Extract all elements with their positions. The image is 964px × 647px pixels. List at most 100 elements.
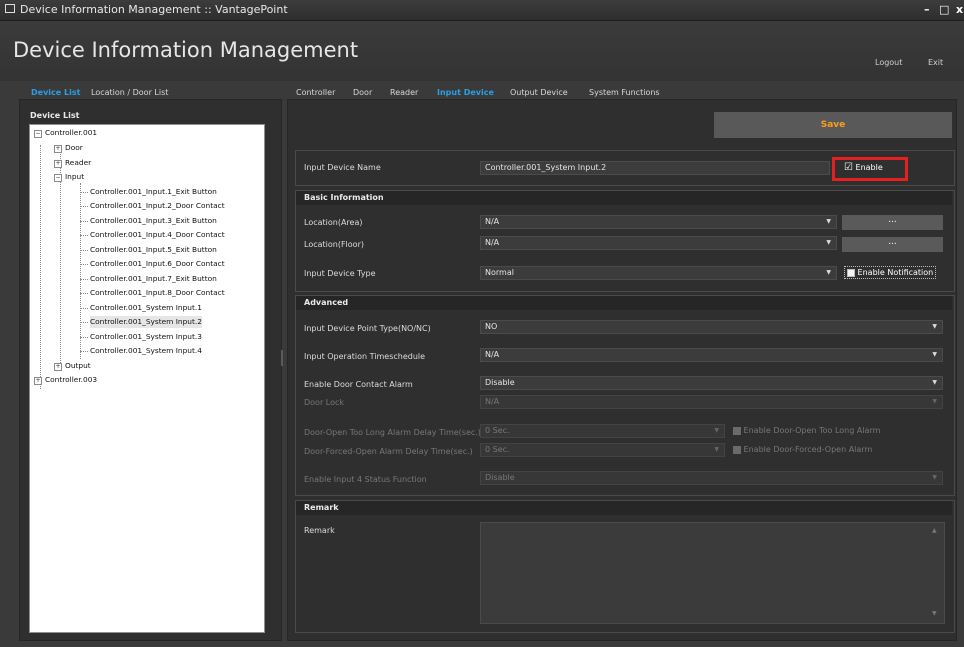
enable-open-too-long-label: Enable Door-Open Too Long Alarm (743, 426, 881, 435)
remark-textarea[interactable] (480, 522, 945, 624)
close-icon[interactable]: x (956, 3, 963, 16)
tree-node-label: Reader (65, 158, 92, 167)
basic-info-heading: Basic Information (296, 191, 952, 205)
tree-node-label: Controller.003 (45, 375, 98, 384)
tree-node-label: Controller.001 (45, 128, 98, 137)
tree-leaf-input-5[interactable]: Controller.001_Input.5_Exit Button (90, 244, 217, 256)
window-titlebar: Device Information Management :: Vantage… (0, 0, 964, 21)
door-lock-label: Door Lock (304, 398, 345, 407)
door-lock-value: N/A (485, 397, 500, 406)
panel-splitter[interactable] (281, 350, 283, 366)
location-floor-select[interactable]: N/A ▼ (480, 236, 837, 250)
collapse-icon[interactable]: − (54, 174, 62, 182)
tab-output-device[interactable]: Output Device (510, 87, 568, 99)
tab-reader[interactable]: Reader (390, 87, 418, 99)
tree-line (40, 145, 41, 389)
input4-status-label: Enable Input 4 Status Function (304, 475, 427, 484)
input4-status-value: Disable (485, 473, 515, 482)
device-tree[interactable]: − Controller.001 + Door + Reader − Input… (29, 124, 265, 633)
location-area-select[interactable]: N/A ▼ (480, 215, 837, 229)
input-device-type-value: Normal (485, 268, 514, 277)
expand-icon[interactable]: + (34, 377, 42, 385)
point-type-select[interactable]: NO ▼ (480, 320, 943, 334)
dropdown-arrow-icon: ▼ (932, 398, 937, 405)
tree-leaf-input-6[interactable]: Controller.001_Input.6_Door Contact (90, 258, 225, 270)
dropdown-arrow-icon: ▼ (932, 474, 937, 481)
logout-link[interactable]: Logout (875, 58, 902, 67)
dropdown-arrow-icon: ▼ (826, 218, 831, 225)
advanced-heading: Advanced (296, 296, 952, 310)
input-device-type-select[interactable]: Normal ▼ (480, 266, 837, 280)
tab-location-door-list[interactable]: Location / Door List (91, 87, 168, 99)
expand-icon[interactable]: + (54, 145, 62, 153)
checkbox-icon (733, 445, 741, 454)
open-too-long-select: 0 Sec. ▼ (480, 424, 725, 438)
location-floor-label: Location(Floor) (304, 240, 364, 249)
tab-system-functions[interactable]: System Functions (589, 87, 660, 99)
tree-leaf-system-input-3[interactable]: Controller.001_System Input.3 (90, 331, 202, 343)
timeschedule-label: Input Operation Timeschedule (304, 352, 426, 361)
input-device-name-field[interactable]: Controller.001_System Input.2 (480, 161, 830, 175)
dropdown-arrow-icon: ▼ (714, 446, 719, 453)
exit-link[interactable]: Exit (928, 58, 943, 67)
tree-leaf-input-8[interactable]: Controller.001_Input.8_Door Contact (90, 287, 225, 299)
collapse-icon[interactable]: − (34, 130, 42, 138)
tree-leaf-system-input-1[interactable]: Controller.001_System Input.1 (90, 302, 202, 314)
enable-highlight-box (832, 157, 908, 181)
door-contact-alarm-value: Disable (485, 378, 515, 387)
tree-leaf-input-7[interactable]: Controller.001_Input.7_Exit Button (90, 273, 217, 285)
device-list-caption: Device List (30, 111, 80, 120)
tab-controller[interactable]: Controller (296, 87, 335, 99)
enable-forced-open-label: Enable Door-Forced-Open Alarm (743, 445, 873, 454)
location-area-label: Location(Area) (304, 218, 363, 227)
location-floor-value: N/A (485, 238, 500, 247)
tree-leaf-system-input-2[interactable]: Controller.001_System Input.2 (90, 316, 202, 328)
point-type-value: NO (485, 322, 498, 331)
open-too-long-label: Door-Open Too Long Alarm Delay Time(sec.… (304, 428, 481, 437)
tree-leaf-system-input-4[interactable]: Controller.001_System Input.4 (90, 345, 202, 357)
enable-notification-label: Enable Notification (857, 268, 934, 277)
window-title: Device Information Management :: Vantage… (20, 3, 288, 16)
app-icon (5, 4, 15, 13)
tree-node-label: Output (65, 361, 91, 370)
tree-line (80, 183, 81, 359)
expand-icon[interactable]: + (54, 160, 62, 168)
checkbox-icon (847, 268, 855, 277)
dropdown-arrow-icon: ▼ (932, 379, 937, 386)
tree-leaf-input-3[interactable]: Controller.001_Input.3_Exit Button (90, 215, 217, 227)
timeschedule-select[interactable]: N/A ▼ (480, 348, 943, 362)
forced-open-label: Door-Forced-Open Alarm Delay Time(sec.) (304, 447, 473, 456)
tab-door[interactable]: Door (353, 87, 372, 99)
door-contact-alarm-select[interactable]: Disable ▼ (480, 376, 943, 390)
enable-notification-checkbox[interactable]: Enable Notification (844, 266, 937, 279)
location-area-browse-button[interactable]: ... (842, 215, 943, 230)
remark-label: Remark (304, 526, 335, 535)
dropdown-arrow-icon: ▼ (714, 427, 719, 434)
scroll-down-icon[interactable]: ▼ (932, 610, 937, 617)
location-area-value: N/A (485, 217, 500, 226)
page-title: Device Information Management (13, 38, 359, 62)
dropdown-arrow-icon: ▼ (826, 239, 831, 246)
tab-input-device[interactable]: Input Device (437, 87, 494, 99)
maximize-icon[interactable]: □ (939, 3, 949, 16)
point-type-label: Input Device Point Type(NO/NC) (304, 324, 431, 333)
save-button[interactable]: Save (714, 112, 952, 138)
location-floor-browse-button[interactable]: ... (842, 237, 943, 252)
scroll-up-icon[interactable]: ▲ (932, 527, 937, 534)
tree-leaf-input-2[interactable]: Controller.001_Input.2_Door Contact (90, 200, 225, 212)
expand-icon[interactable]: + (54, 363, 62, 371)
dropdown-arrow-icon: ▼ (826, 269, 831, 276)
input-device-name-label: Input Device Name (304, 163, 381, 172)
minimize-icon[interactable]: – (924, 3, 930, 16)
tree-leaf-input-1[interactable]: Controller.001_Input.1_Exit Button (90, 186, 217, 198)
open-too-long-value: 0 Sec. (485, 426, 510, 435)
dropdown-arrow-icon: ▼ (932, 351, 937, 358)
timeschedule-value: N/A (485, 350, 500, 359)
remark-heading: Remark (296, 501, 952, 515)
tree-node-label: Input (65, 172, 85, 181)
forced-open-select: 0 Sec. ▼ (480, 443, 725, 457)
dropdown-arrow-icon: ▼ (932, 323, 937, 330)
tree-leaf-input-4[interactable]: Controller.001_Input.4_Door Contact (90, 229, 225, 241)
enable-open-too-long-checkbox: Enable Door-Open Too Long Alarm (733, 426, 880, 435)
tab-device-list[interactable]: Device List (31, 87, 80, 99)
